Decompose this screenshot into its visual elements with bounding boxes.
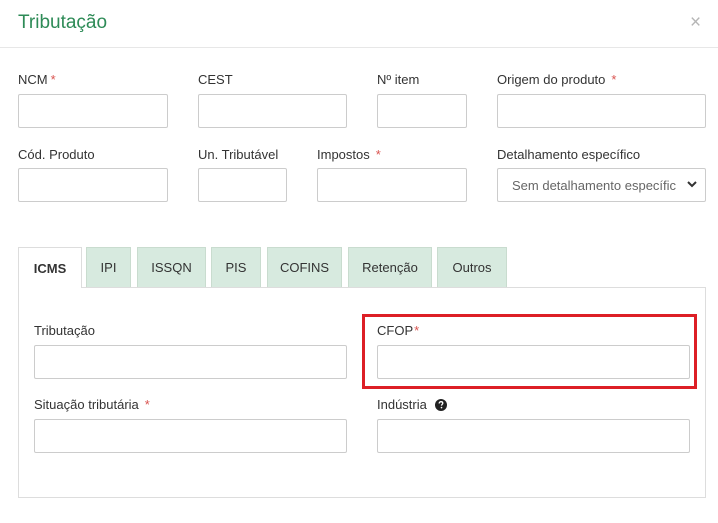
question-circle-icon[interactable] bbox=[434, 399, 447, 411]
detalhamento-select[interactable]: Sem detalhamento específico bbox=[497, 168, 706, 202]
ncm-required-mark: * bbox=[50, 72, 56, 87]
tab-icms[interactable]: ICMS bbox=[18, 247, 82, 288]
origem-label: Origem do produto * bbox=[497, 72, 616, 87]
item-number-input[interactable] bbox=[377, 94, 467, 128]
tab-ipi[interactable]: IPI bbox=[86, 247, 131, 287]
ncm-label-text: NCM bbox=[18, 72, 48, 87]
tab-cofins[interactable]: COFINS bbox=[267, 247, 342, 287]
close-icon[interactable]: × bbox=[690, 12, 701, 34]
situacao-label-text: Situação tributária bbox=[34, 397, 139, 412]
tab-pis[interactable]: PIS bbox=[211, 247, 261, 287]
ncm-label: NCM * bbox=[18, 72, 56, 87]
tributacao-input[interactable] bbox=[34, 345, 347, 379]
detalhamento-label: Detalhamento específico bbox=[497, 147, 641, 162]
un-tributavel-label: Un. Tributável bbox=[198, 147, 279, 162]
cod-produto-input[interactable] bbox=[18, 168, 168, 202]
situacao-input[interactable] bbox=[34, 419, 347, 453]
cod-produto-label: Cód. Produto bbox=[18, 147, 95, 162]
origem-label-text: Origem do produto bbox=[497, 72, 606, 87]
ncm-input[interactable] bbox=[18, 94, 168, 128]
industria-label-text: Indústria bbox=[377, 397, 427, 412]
modal-title: Tributação bbox=[18, 12, 108, 33]
item-number-label: Nº item bbox=[377, 72, 420, 87]
origem-input[interactable] bbox=[497, 94, 706, 128]
cest-label: CEST bbox=[198, 72, 233, 87]
un-tributavel-input[interactable] bbox=[198, 168, 287, 202]
industria-label: Indústria bbox=[377, 397, 447, 412]
situacao-required-mark: * bbox=[144, 397, 150, 412]
detalhamento-selected-value: Sem detalhamento específico bbox=[512, 177, 676, 193]
situacao-label: Situação tributária * bbox=[34, 397, 150, 412]
modal-header: Tributação × bbox=[0, 0, 718, 48]
impostos-input[interactable] bbox=[317, 168, 467, 202]
origem-required-mark: * bbox=[611, 72, 617, 87]
tab-retencao[interactable]: Retenção bbox=[348, 247, 432, 287]
impostos-required-mark: * bbox=[375, 147, 381, 162]
tab-outros[interactable]: Outros bbox=[437, 247, 507, 287]
impostos-label-text: Impostos bbox=[317, 147, 370, 162]
tax-tabs: ICMS IPI ISSQN PIS COFINS Retenção Outro… bbox=[18, 247, 706, 288]
cfop-highlight-box bbox=[362, 314, 697, 389]
tab-issqn[interactable]: ISSQN bbox=[137, 247, 206, 287]
tributacao-label: Tributação bbox=[34, 323, 95, 338]
industria-input[interactable] bbox=[377, 419, 690, 453]
cest-input[interactable] bbox=[198, 94, 347, 128]
chevron-down-icon bbox=[687, 181, 697, 188]
impostos-label: Impostos * bbox=[317, 147, 381, 162]
